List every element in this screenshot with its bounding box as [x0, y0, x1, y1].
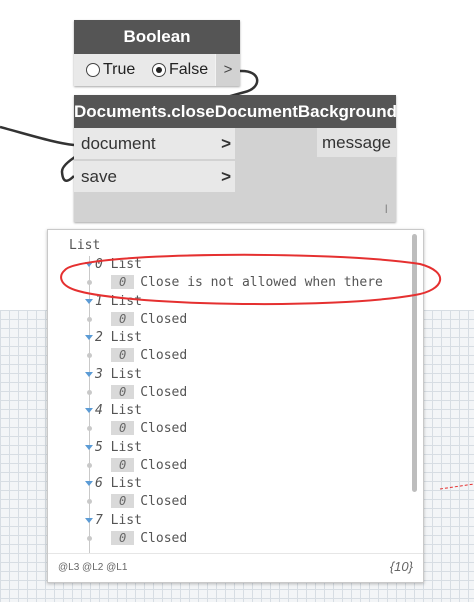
- list-index: 1: [95, 294, 103, 309]
- item-count: {10}: [389, 559, 413, 574]
- node-resize-grip[interactable]: I: [385, 202, 388, 216]
- value-text: Closed: [140, 531, 188, 546]
- radio-true-circle-icon[interactable]: [86, 63, 100, 77]
- value-text: Closed: [140, 458, 188, 473]
- canvas-red-mark: [439, 483, 474, 490]
- input-port-document-label: document: [81, 134, 156, 153]
- value-text: Close is not allowed when there: [140, 275, 383, 290]
- documents-node[interactable]: Documents.closeDocumentBackground docume…: [74, 95, 397, 222]
- list-label: List: [110, 513, 142, 528]
- value-text: Closed: [140, 348, 188, 363]
- list-label: List: [110, 257, 142, 272]
- chevron-right-icon: >: [221, 167, 231, 186]
- value-index-chip: 0: [111, 348, 135, 362]
- list-value-row: 0 Closed: [111, 311, 187, 329]
- expand-triangle-icon[interactable]: [85, 445, 93, 450]
- radio-true-label: True: [103, 61, 136, 78]
- boolean-node-title[interactable]: Boolean: [74, 20, 240, 54]
- list-label: List: [110, 440, 142, 455]
- expand-triangle-icon[interactable]: [85, 481, 93, 486]
- radio-false-circle-icon[interactable]: [152, 63, 166, 77]
- list-levels[interactable]: @L3 @L2 @L1: [58, 562, 127, 573]
- list-item-header[interactable]: 2 List: [85, 329, 142, 347]
- list-value-row: 0 Close is not allowed when there: [111, 274, 383, 292]
- value-text: Closed: [140, 494, 188, 509]
- list-index: 0: [95, 257, 103, 272]
- value-text: Closed: [140, 385, 188, 400]
- list-index: 5: [95, 440, 103, 455]
- list-item-header[interactable]: 1 List: [85, 293, 142, 311]
- list-value-row: 0 Closed: [111, 493, 187, 511]
- list-item-header[interactable]: 0 List: [85, 256, 142, 274]
- list-index: 6: [95, 476, 103, 491]
- wire-incoming-document: [0, 125, 75, 147]
- radio-true[interactable]: True: [86, 61, 135, 79]
- list-label: List: [110, 403, 142, 418]
- boolean-output-port[interactable]: >: [215, 54, 240, 86]
- value-index-chip: 0: [111, 494, 135, 508]
- expand-triangle-icon[interactable]: [85, 299, 93, 304]
- expand-triangle-icon[interactable]: [85, 408, 93, 413]
- input-port-save[interactable]: save >: [74, 161, 235, 192]
- value-index-chip: 0: [111, 385, 135, 399]
- documents-node-title[interactable]: Documents.closeDocumentBackground: [74, 95, 397, 128]
- preview-tree: List 0 List 0 Close is not allowed when th…: [48, 230, 408, 553]
- value-index-chip: 0: [111, 275, 135, 289]
- list-label: List: [110, 330, 142, 345]
- preview-footer: @L3 @L2 @L1 {10}: [48, 553, 423, 582]
- list-label: List: [110, 367, 142, 382]
- expand-triangle-icon[interactable]: [85, 372, 93, 377]
- list-value-row: 0 Closed: [111, 384, 187, 402]
- value-index-chip: 0: [111, 531, 135, 545]
- root-list-label: List: [69, 238, 101, 253]
- list-index: 4: [95, 403, 103, 418]
- tree-node-dot: [87, 390, 92, 395]
- list-label: List: [110, 294, 142, 309]
- list-item-header[interactable]: 4 List: [85, 402, 142, 420]
- radio-false-label: False: [169, 61, 209, 78]
- list-item-header[interactable]: 5 List: [85, 439, 142, 457]
- input-port-save-label: save: [81, 167, 117, 186]
- tree-node-dot: [87, 426, 92, 431]
- expand-triangle-icon[interactable]: [85, 335, 93, 340]
- boolean-node-body: True False >: [74, 54, 240, 86]
- boolean-node[interactable]: Boolean True False >: [74, 20, 240, 86]
- list-label: List: [110, 476, 142, 491]
- list-value-row: 0 Closed: [111, 347, 187, 365]
- chevron-right-icon: >: [221, 134, 231, 153]
- radio-false[interactable]: False: [152, 61, 208, 79]
- value-index-chip: 0: [111, 312, 135, 326]
- value-text: Closed: [140, 312, 188, 327]
- expand-triangle-icon[interactable]: [85, 262, 93, 267]
- tree-node-dot: [87, 353, 92, 358]
- list-value-row: 0 Closed: [111, 457, 187, 475]
- output-port-message[interactable]: message: [317, 128, 396, 157]
- input-port-document[interactable]: document >: [74, 128, 235, 159]
- tree-node-dot: [87, 463, 92, 468]
- list-index: 2: [95, 330, 103, 345]
- list-item-header[interactable]: 7 List: [85, 512, 142, 530]
- watch-preview-panel[interactable]: List 0 List 0 Close is not allowed when th…: [47, 229, 424, 583]
- value-index-chip: 0: [111, 421, 135, 435]
- tree-node-dot: [87, 317, 92, 322]
- list-index: 3: [95, 367, 103, 382]
- tree-node-dot: [87, 499, 92, 504]
- tree-node-dot: [87, 280, 92, 285]
- list-item-header[interactable]: 6 List: [85, 475, 142, 493]
- list-value-row: 0 Closed: [111, 530, 187, 548]
- expand-triangle-icon[interactable]: [85, 518, 93, 523]
- tree-node-dot: [87, 536, 92, 541]
- preview-scrollbar[interactable]: [412, 234, 417, 492]
- list-index: 7: [95, 513, 103, 528]
- list-item-header[interactable]: 3 List: [85, 366, 142, 384]
- value-text: Closed: [140, 421, 188, 436]
- value-index-chip: 0: [111, 458, 135, 472]
- list-value-row: 0 Closed: [111, 420, 187, 438]
